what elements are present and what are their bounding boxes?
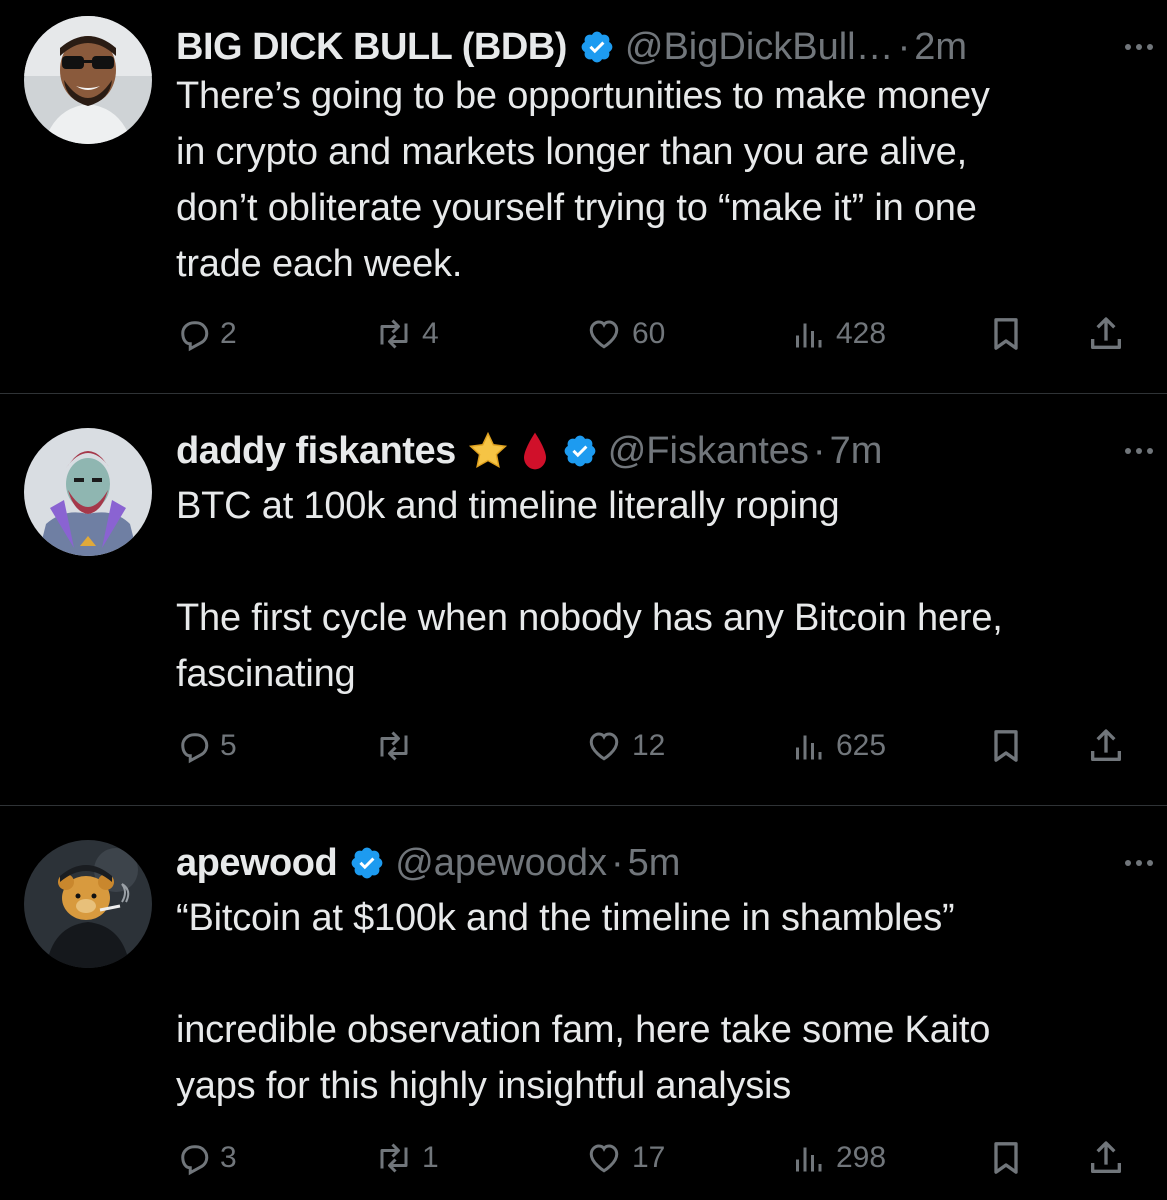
action-bar: 5 12 625 xyxy=(176,724,1143,768)
timestamp[interactable]: 5m xyxy=(628,842,681,885)
heart-icon xyxy=(589,1144,619,1173)
action-bar: 3 1 17 298 xyxy=(176,1136,1143,1180)
tweet-text-line: trade each week. xyxy=(176,243,463,285)
views-button[interactable]: 625 xyxy=(788,724,886,768)
repost-icon xyxy=(380,319,408,349)
views-button[interactable]: 298 xyxy=(788,1136,886,1180)
like-button[interactable]: 17 xyxy=(584,1136,665,1180)
blood-drop-emoji xyxy=(520,429,550,473)
star-emoji xyxy=(466,429,510,473)
heart-icon xyxy=(589,320,619,349)
reply-icon xyxy=(181,321,209,352)
repost-button[interactable]: 4 xyxy=(374,312,439,356)
share-icon[interactable] xyxy=(1086,1136,1126,1180)
view-count: 625 xyxy=(836,729,887,762)
share-icon[interactable] xyxy=(1086,312,1126,356)
more-dots-icon[interactable] xyxy=(1119,436,1159,466)
author-name[interactable]: BIG DICK BULL (BDB) xyxy=(176,26,567,69)
tweet[interactable]: apewood @apewoodx · 5m “Bitcoin at $100k… xyxy=(0,828,1167,1200)
more-dots-icon[interactable] xyxy=(1119,848,1159,878)
bookmark-icon[interactable] xyxy=(986,1136,1026,1180)
repost-count: 1 xyxy=(422,1141,439,1174)
tweet-text-line: There’s going to be opportunities to mak… xyxy=(176,75,990,117)
tweet-text-line xyxy=(176,534,1147,590)
separator-dot: · xyxy=(812,429,826,472)
verified-badge-icon xyxy=(579,29,615,65)
reply-button[interactable]: 5 xyxy=(176,724,237,768)
repost-button[interactable]: 1 xyxy=(374,1136,439,1180)
like-button[interactable]: 60 xyxy=(584,312,665,356)
author-name[interactable]: apewood xyxy=(176,842,338,885)
like-button[interactable]: 12 xyxy=(584,724,665,768)
views-icon xyxy=(796,1147,822,1172)
timestamp[interactable]: 2m xyxy=(914,26,967,69)
reply-icon xyxy=(181,733,209,764)
tweet-divider xyxy=(0,393,1167,394)
tweet-header: apewood @apewoodx · 5m xyxy=(176,828,1147,898)
reply-button[interactable]: 2 xyxy=(176,312,237,356)
repost-count xyxy=(422,729,430,763)
tweet-text-line: fascinating xyxy=(176,653,356,695)
reply-count: 5 xyxy=(220,729,237,762)
tweet-text-line: BTC at 100k and timeline literally ropin… xyxy=(176,485,840,527)
repost-count: 4 xyxy=(422,317,439,350)
verified-badge-icon xyxy=(562,433,598,469)
more-dots-icon[interactable] xyxy=(1119,32,1159,62)
tweet-text: There’s going to be opportunities to mak… xyxy=(176,68,1147,292)
separator-dot: · xyxy=(897,25,911,68)
tweet-text: “Bitcoin at $100k and the timeline in sh… xyxy=(176,890,1147,1114)
repost-icon xyxy=(380,731,408,761)
author-handle[interactable]: @Fiskantes xyxy=(608,430,809,473)
separator-dot: · xyxy=(611,841,624,884)
tweet-text-line: incredible observation fam, here take so… xyxy=(176,1009,991,1051)
author-name[interactable]: daddy fiskantes xyxy=(176,430,456,473)
tweet-text-line: yaps for this highly insightful analysis xyxy=(176,1065,792,1107)
views-icon xyxy=(796,323,822,348)
author-handle[interactable]: @apewoodx xyxy=(395,842,607,885)
repost-icon xyxy=(380,1143,408,1173)
like-count: 12 xyxy=(632,729,666,762)
author-handle[interactable]: @BigDickBull… xyxy=(625,26,894,69)
tweet-header: daddy fiskantes @Fiskantes · 7m xyxy=(176,416,1147,486)
tweet-text-line: “Bitcoin at $100k and the timeline in sh… xyxy=(176,897,955,939)
bookmark-icon[interactable] xyxy=(986,724,1026,768)
reply-icon xyxy=(181,1145,209,1176)
tweet-text-line: don’t obliterate yourself trying to “mak… xyxy=(176,187,977,229)
views-button[interactable]: 428 xyxy=(788,312,886,356)
tweet-text-line: The first cycle when nobody has any Bitc… xyxy=(176,597,1003,639)
tweet-text-line: in crypto and markets longer than you ar… xyxy=(176,131,967,173)
tweet[interactable]: daddy fiskantes @Fiskantes · 7m BTC at 1… xyxy=(0,416,1167,796)
tweet-feed: BIG DICK BULL (BDB) @BigDickBull… · 2m T… xyxy=(0,0,1167,1200)
reply-count: 3 xyxy=(220,1141,237,1174)
repost-button[interactable] xyxy=(374,724,430,768)
action-bar: 2 4 60 428 xyxy=(176,312,1143,356)
bookmark-icon[interactable] xyxy=(986,312,1026,356)
avatar[interactable] xyxy=(24,428,152,556)
reply-button[interactable]: 3 xyxy=(176,1136,237,1180)
view-count: 298 xyxy=(836,1141,887,1174)
tweet[interactable]: BIG DICK BULL (BDB) @BigDickBull… · 2m T… xyxy=(0,12,1167,392)
tweet-text: BTC at 100k and timeline literally ropin… xyxy=(176,478,1147,702)
avatar[interactable] xyxy=(24,840,152,968)
avatar[interactable] xyxy=(24,16,152,144)
timestamp[interactable]: 7m xyxy=(830,430,883,473)
heart-icon xyxy=(589,732,619,761)
views-icon xyxy=(796,735,822,760)
tweet-divider xyxy=(0,805,1167,806)
share-icon[interactable] xyxy=(1086,724,1126,768)
like-count: 17 xyxy=(632,1141,666,1174)
tweet-text-line xyxy=(176,946,1147,1002)
verified-badge-icon xyxy=(349,845,385,881)
view-count: 428 xyxy=(836,317,887,350)
like-count: 60 xyxy=(632,317,666,350)
reply-count: 2 xyxy=(220,317,237,350)
